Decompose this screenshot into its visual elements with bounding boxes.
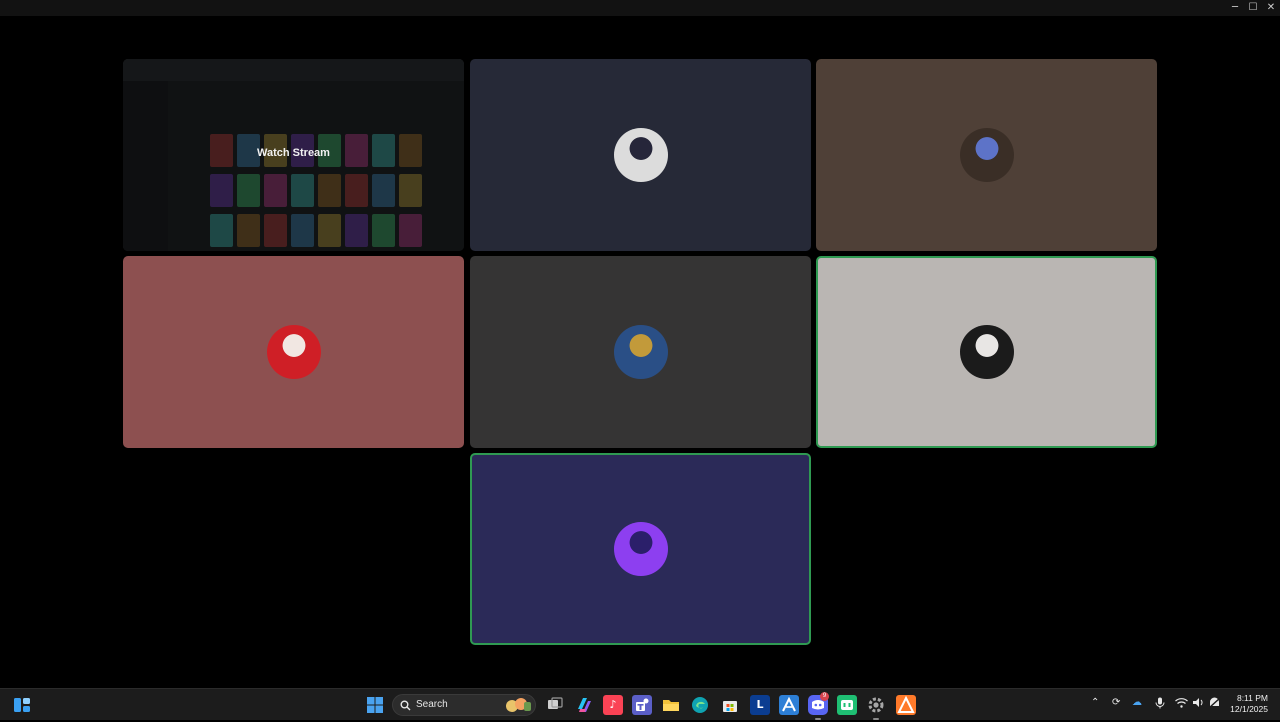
participant-avatar xyxy=(266,325,321,379)
app-orange-icon[interactable] xyxy=(896,695,916,715)
start-icon[interactable] xyxy=(365,695,385,715)
edge-icon[interactable] xyxy=(690,695,710,715)
clock-time: 8:11 PM xyxy=(1236,693,1268,703)
task-view-icon[interactable] xyxy=(545,695,565,715)
participant-tile[interactable] xyxy=(470,256,811,448)
search-placeholder: Search xyxy=(416,699,448,710)
widgets-icon[interactable] xyxy=(12,695,32,715)
show-hidden-icons-icon[interactable]: ⌃ xyxy=(1091,697,1099,708)
participant-tile[interactable] xyxy=(816,256,1157,448)
settings-icon[interactable] xyxy=(866,695,886,715)
minimize-button[interactable]: ─ xyxy=(1225,2,1245,14)
participant-tile[interactable] xyxy=(470,453,811,645)
call-stage: Watch Stream xyxy=(0,16,1280,688)
discord-notification-badge: 9 xyxy=(820,692,829,701)
clock-date: 12/1/2025 xyxy=(1230,704,1268,714)
participant-avatar xyxy=(959,128,1014,182)
participant-avatar xyxy=(613,522,668,576)
file-explorer-icon[interactable] xyxy=(661,695,681,715)
maximize-button[interactable]: ☐ xyxy=(1243,2,1263,14)
notifications-off-icon[interactable] xyxy=(1208,697,1221,712)
search-icon xyxy=(400,700,411,711)
participant-avatar xyxy=(613,325,668,379)
participant-tile[interactable] xyxy=(123,256,464,448)
app-green-icon[interactable] xyxy=(837,695,857,715)
participant-avatar xyxy=(613,128,668,182)
participant-tile[interactable] xyxy=(470,59,811,251)
stream-tile[interactable]: Watch Stream xyxy=(123,59,464,251)
watch-stream-label[interactable]: Watch Stream xyxy=(123,147,464,159)
teams-icon[interactable] xyxy=(632,695,652,715)
taskbar-search-input[interactable]: Search xyxy=(392,694,536,716)
participant-tile[interactable] xyxy=(816,59,1157,251)
participant-avatar xyxy=(959,325,1014,379)
store-icon[interactable] xyxy=(720,695,740,715)
sync-icon[interactable]: ⟳ xyxy=(1112,697,1120,708)
taskbar-clock[interactable]: 8:11 PM 12/1/2025 xyxy=(1230,693,1268,715)
window-titlebar: ─ ☐ ✕ xyxy=(0,0,1280,16)
microphone-icon[interactable] xyxy=(1155,697,1165,712)
onedrive-icon[interactable]: ☁ xyxy=(1132,697,1142,708)
taskbar: Search ♪ L 9 ⌃ ⟳ ☁ 8:11 PM 12/1/2025 xyxy=(0,688,1280,720)
volume-icon[interactable] xyxy=(1192,697,1205,711)
app-l-icon[interactable]: L xyxy=(750,695,770,715)
music-icon[interactable]: ♪ xyxy=(603,695,623,715)
copilot-icon[interactable] xyxy=(574,695,594,715)
search-highlight-icon xyxy=(506,698,531,712)
app-a-icon[interactable] xyxy=(779,695,799,715)
close-button[interactable]: ✕ xyxy=(1261,2,1280,14)
wifi-icon[interactable] xyxy=(1175,697,1188,711)
